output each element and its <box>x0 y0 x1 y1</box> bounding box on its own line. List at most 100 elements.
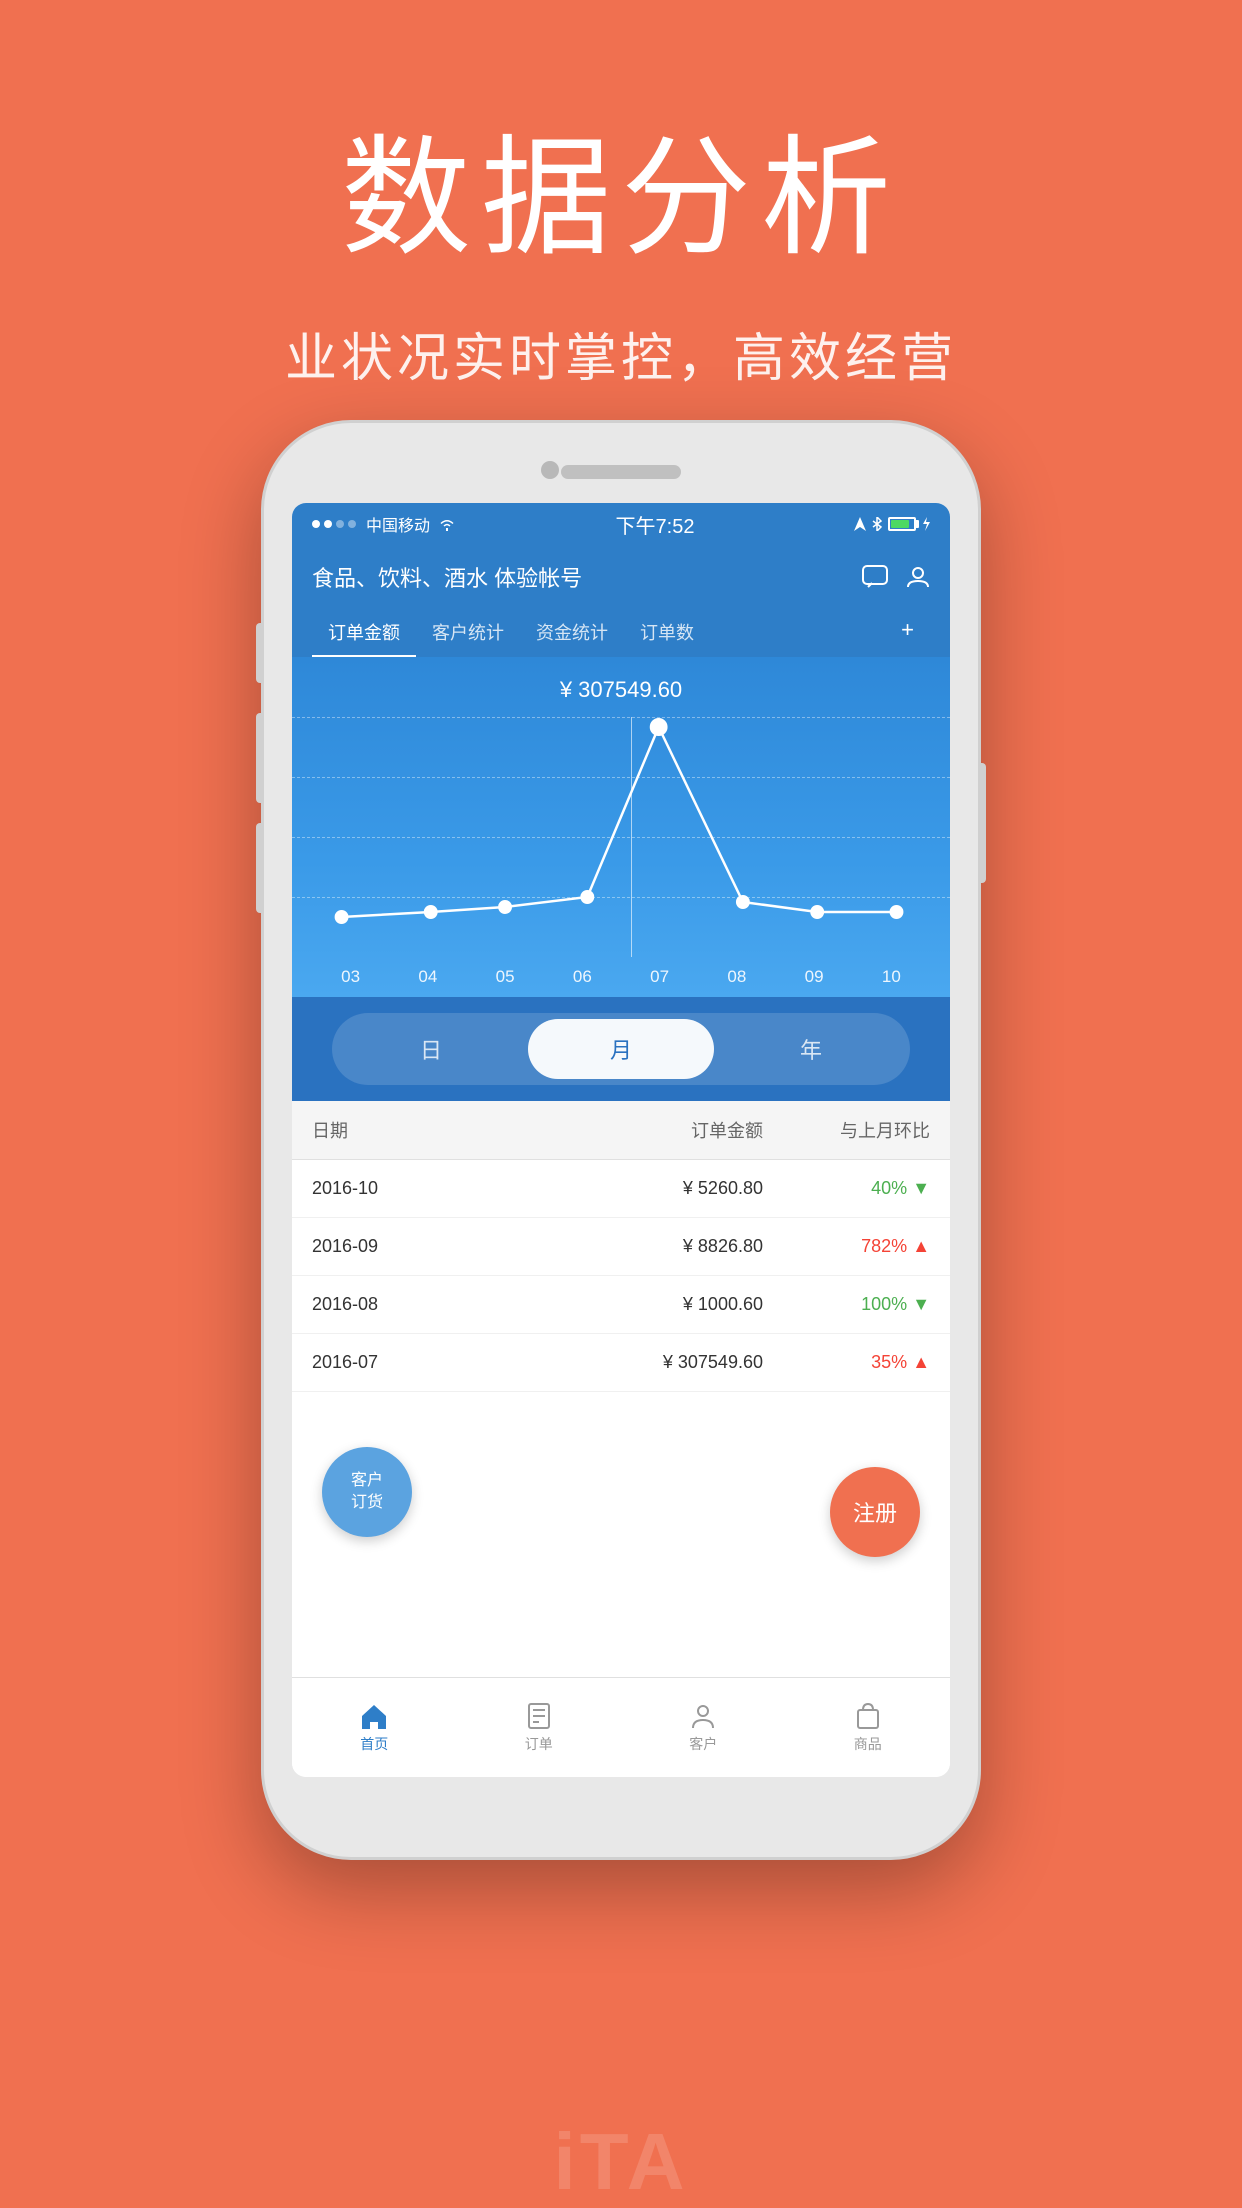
status-bar: 中国移动 下午7:52 <box>292 503 950 545</box>
phone-btn-vol-down <box>256 823 264 913</box>
table-header: 日期 订单金额 与上月环比 <box>292 1101 950 1160</box>
tab-order-amount[interactable]: 订单金额 <box>312 609 416 657</box>
period-year[interactable]: 年 <box>718 1019 904 1079</box>
battery-fill <box>891 520 909 528</box>
table-row: 2016-07 ¥ 307549.60 35% ▲ <box>292 1334 950 1392</box>
cell-date-4: 2016-07 <box>312 1352 512 1373</box>
signal-dot-2 <box>324 520 332 528</box>
x-label-06: 06 <box>573 967 592 987</box>
tab-order-count[interactable]: 订单数 <box>624 609 710 657</box>
change-arrow-4: ▲ <box>912 1352 930 1372</box>
table-row: 2016-08 ¥ 1000.60 100% ▼ <box>292 1276 950 1334</box>
carrier-label: 中国移动 <box>366 512 430 536</box>
phone-speaker <box>561 465 681 479</box>
user-icon[interactable] <box>906 565 930 589</box>
cell-amount-1: ¥ 5260.80 <box>512 1178 763 1199</box>
app-tabs: 订单金额 客户统计 资金统计 订单数 + <box>312 609 930 657</box>
change-pct-4: 35% <box>871 1352 912 1372</box>
cell-change-3: 100% ▼ <box>763 1294 930 1315</box>
bluetooth-icon <box>872 517 882 531</box>
period-pills: 日 月 年 <box>332 1013 910 1085</box>
status-time: 下午7:52 <box>616 510 695 539</box>
signal-dot-3 <box>336 520 344 528</box>
signal-dot-1 <box>312 520 320 528</box>
status-left: 中国移动 <box>312 512 456 536</box>
tab-customer-stats[interactable]: 客户统计 <box>416 609 520 657</box>
signal-dot-4 <box>348 520 356 528</box>
cell-amount-3: ¥ 1000.60 <box>512 1294 763 1315</box>
col-header-date: 日期 <box>312 1117 512 1143</box>
period-day[interactable]: 日 <box>338 1019 524 1079</box>
phone-mockup: 中国移动 下午7:52 <box>261 420 981 1860</box>
hero-title: 数据分析 <box>0 120 1242 276</box>
x-label-10: 10 <box>882 967 901 987</box>
app-title-row: 食品、饮料、酒水 体验帐号 <box>312 561 930 593</box>
cell-date-2: 2016-09 <box>312 1236 512 1257</box>
phone-btn-mute <box>256 623 264 683</box>
status-right <box>854 517 930 531</box>
change-arrow-1: ▼ <box>912 1178 930 1198</box>
cell-change-4: 35% ▲ <box>763 1352 930 1373</box>
chart-area: ¥ 307549.60 <box>292 657 950 997</box>
app-header: 食品、饮料、酒水 体验帐号 <box>292 545 950 657</box>
nav-label-home: 首页 <box>360 1734 388 1754</box>
cell-change-1: 40% ▼ <box>763 1178 930 1199</box>
nav-label-customer: 客户 <box>689 1734 717 1754</box>
app-title: 食品、饮料、酒水 体验帐号 <box>312 561 582 593</box>
fab-register-button[interactable]: 注册 <box>830 1467 920 1557</box>
table-row: 2016-09 ¥ 8826.80 782% ▲ <box>292 1218 950 1276</box>
fab-customer-label: 客户 订货 <box>351 1470 383 1515</box>
phone-camera <box>541 461 559 479</box>
chart-x-labels: 03 04 05 06 07 08 09 10 <box>292 967 950 987</box>
hero-section: 数据分析 业状况实时掌控，高效经营 <box>0 0 1242 451</box>
customer-icon <box>689 1702 717 1730</box>
tab-fund-stats[interactable]: 资金统计 <box>520 609 624 657</box>
hero-subtitle: 业状况实时掌控，高效经营 <box>0 316 1242 391</box>
nav-label-product: 商品 <box>854 1734 882 1754</box>
cell-date-3: 2016-08 <box>312 1294 512 1315</box>
change-arrow-2: ▲ <box>912 1236 930 1256</box>
cell-change-2: 782% ▲ <box>763 1236 930 1257</box>
table-row: 2016-10 ¥ 5260.80 40% ▼ <box>292 1160 950 1218</box>
x-label-09: 09 <box>805 967 824 987</box>
phone-btn-power <box>978 763 986 883</box>
x-label-08: 08 <box>727 967 746 987</box>
location-icon <box>854 517 866 531</box>
wifi-icon <box>438 517 456 531</box>
header-icons <box>862 565 930 589</box>
nav-item-home[interactable]: 首页 <box>292 1702 457 1754</box>
watermark-text: iTA <box>554 2117 689 2206</box>
battery-icon <box>888 517 916 531</box>
order-icon <box>525 1702 553 1730</box>
nav-item-customer[interactable]: 客户 <box>621 1702 786 1754</box>
period-month[interactable]: 月 <box>528 1019 714 1079</box>
change-arrow-3: ▼ <box>912 1294 930 1314</box>
bottom-nav: 首页 订单 客户 <box>292 1677 950 1777</box>
nav-item-order[interactable]: 订单 <box>457 1702 622 1754</box>
phone-screen: 中国移动 下午7:52 <box>292 503 950 1777</box>
charging-icon <box>922 517 930 531</box>
watermark: iTA <box>471 2116 771 2208</box>
x-label-07: 07 <box>650 967 669 987</box>
data-table: 日期 订单金额 与上月环比 2016-10 ¥ 5260.80 40% ▼ 20… <box>292 1101 950 1392</box>
home-icon <box>360 1702 388 1730</box>
product-icon <box>854 1702 882 1730</box>
x-label-05: 05 <box>496 967 515 987</box>
chat-icon[interactable] <box>862 565 888 589</box>
change-pct-1: 40% <box>871 1178 912 1198</box>
cell-amount-4: ¥ 307549.60 <box>512 1352 763 1373</box>
x-label-04: 04 <box>418 967 437 987</box>
fab-customer-button[interactable]: 客户 订货 <box>322 1447 412 1537</box>
tab-add-button[interactable]: + <box>885 609 930 657</box>
change-pct-2: 782% <box>861 1236 912 1256</box>
nav-item-product[interactable]: 商品 <box>786 1702 951 1754</box>
col-header-change: 与上月环比 <box>763 1117 930 1143</box>
cell-amount-2: ¥ 8826.80 <box>512 1236 763 1257</box>
col-header-amount: 订单金额 <box>512 1117 763 1143</box>
period-selector: 日 月 年 <box>292 997 950 1101</box>
fab-register-label: 注册 <box>853 1496 897 1528</box>
phone-outer: 中国移动 下午7:52 <box>261 420 981 1860</box>
nav-label-order: 订单 <box>525 1734 553 1754</box>
cell-date-1: 2016-10 <box>312 1178 512 1199</box>
change-pct-3: 100% <box>861 1294 912 1314</box>
